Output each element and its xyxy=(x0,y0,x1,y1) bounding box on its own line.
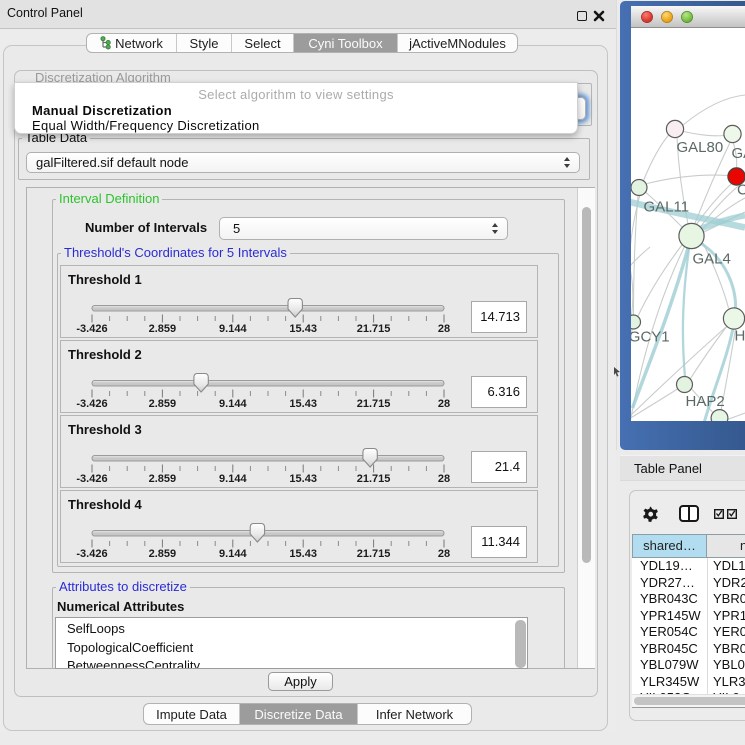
svg-text:15.43: 15.43 xyxy=(289,548,317,560)
svg-text:21.715: 21.715 xyxy=(357,398,391,410)
svg-text:HAP2: HAP2 xyxy=(686,393,725,410)
svg-text:HA: HA xyxy=(735,328,745,345)
svg-text:9.144: 9.144 xyxy=(219,548,247,560)
svg-text:-3.426: -3.426 xyxy=(76,323,107,335)
svg-text:28: 28 xyxy=(438,548,450,560)
svg-text:GAL4: GAL4 xyxy=(693,251,731,268)
svg-text:2.859: 2.859 xyxy=(149,323,177,335)
svg-text:9.144: 9.144 xyxy=(219,398,247,410)
svg-text:GA: GA xyxy=(732,145,745,162)
svg-text:CY: CY xyxy=(737,182,745,199)
svg-text:9.144: 9.144 xyxy=(219,473,247,485)
svg-text:2.859: 2.859 xyxy=(149,398,177,410)
svg-text:GCY1: GCY1 xyxy=(631,329,670,346)
svg-text:21.715: 21.715 xyxy=(357,473,391,485)
svg-text:2.859: 2.859 xyxy=(149,548,177,560)
svg-text:21.715: 21.715 xyxy=(357,323,391,335)
svg-text:-3.426: -3.426 xyxy=(76,473,107,485)
svg-text:28: 28 xyxy=(438,323,450,335)
svg-text:-3.426: -3.426 xyxy=(76,548,107,560)
svg-text:28: 28 xyxy=(438,398,450,410)
svg-text:GAL80: GAL80 xyxy=(677,139,724,156)
svg-text:15.43: 15.43 xyxy=(289,398,317,410)
svg-text:GAL11: GAL11 xyxy=(644,199,690,216)
svg-text:2.859: 2.859 xyxy=(149,473,177,485)
svg-text:-3.426: -3.426 xyxy=(76,398,107,410)
svg-text:9.144: 9.144 xyxy=(219,323,247,335)
svg-text:21.715: 21.715 xyxy=(357,548,391,560)
svg-text:15.43: 15.43 xyxy=(289,323,317,335)
svg-text:28: 28 xyxy=(438,473,450,485)
svg-text:15.43: 15.43 xyxy=(289,473,317,485)
